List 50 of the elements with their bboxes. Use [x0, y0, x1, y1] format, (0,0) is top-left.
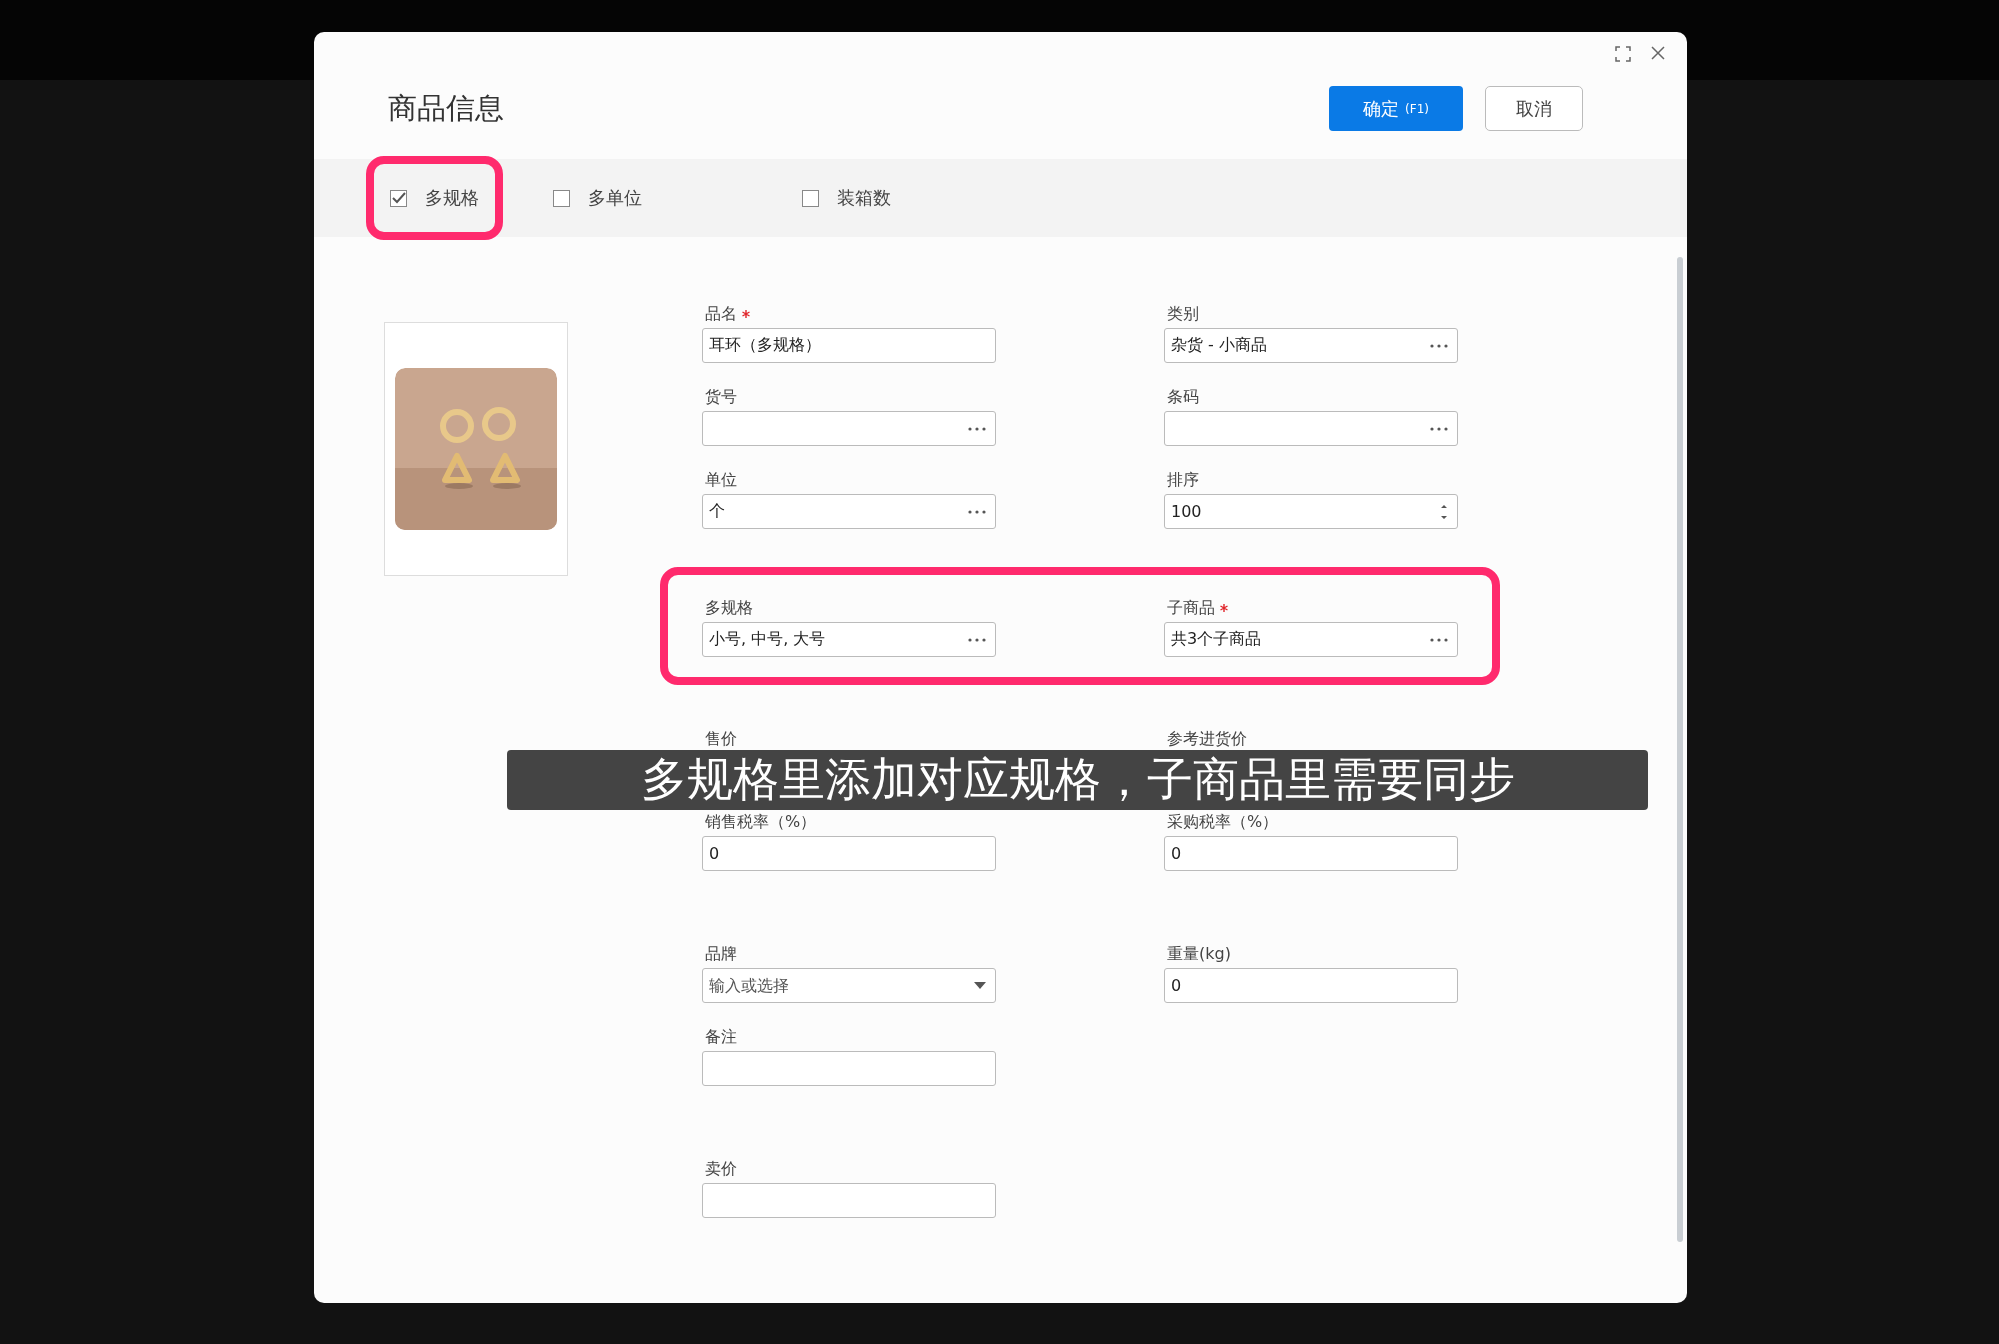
select-field[interactable]: 输入或选择 [702, 968, 996, 1003]
field-label: 品名 [705, 303, 737, 325]
option-checkbox[interactable]: 多规格 [390, 186, 479, 210]
picker-field[interactable]: 杂货 - 小商品 [1164, 328, 1458, 363]
field-label: 卖价 [705, 1158, 737, 1180]
picker-field[interactable] [1164, 411, 1458, 446]
caret-icon[interactable] [974, 982, 986, 989]
field-label: 参考进货价 [1167, 728, 1247, 750]
input-field[interactable]: 0 [702, 836, 996, 871]
picker-field[interactable] [702, 411, 996, 446]
input-field[interactable] [702, 1183, 996, 1218]
more-icon[interactable] [1430, 426, 1448, 431]
check-icon [391, 192, 406, 204]
picker-field[interactable]: 个 [702, 494, 996, 529]
input-field[interactable] [702, 1051, 996, 1086]
number-field[interactable]: 100 [1164, 494, 1458, 529]
input-field[interactable]: 0 [1164, 836, 1458, 871]
fullscreen-icon[interactable] [1615, 46, 1631, 62]
field-label: 销售税率（%） [705, 811, 817, 833]
spinner-icon[interactable] [1440, 502, 1448, 521]
option-checkbox[interactable]: 装箱数 [802, 186, 891, 210]
scrollbar[interactable] [1677, 257, 1683, 1242]
confirm-button[interactable]: 确定 (F1) [1329, 86, 1463, 131]
field-label: 多规格 [705, 597, 753, 619]
field-label: 货号 [705, 386, 737, 408]
field-label: 采购税率（%） [1167, 811, 1279, 833]
dialog-title: 商品信息 [388, 89, 505, 127]
subtitle-caption: 多规格里添加对应规格，子商品里需要同步 [507, 750, 1648, 810]
cancel-button[interactable]: 取消 [1485, 86, 1583, 131]
field-label: 单位 [705, 469, 737, 491]
field-label: 类别 [1167, 303, 1199, 325]
option-checkbox[interactable]: 多单位 [553, 186, 642, 210]
picker-field[interactable]: 小号, 中号, 大号 [702, 622, 996, 657]
image-frame[interactable] [384, 322, 568, 576]
more-icon[interactable] [1430, 343, 1448, 348]
more-icon[interactable] [968, 426, 986, 431]
field-label: 重量(kg) [1167, 943, 1231, 965]
field-label: 售价 [705, 728, 737, 750]
field-label: 条码 [1167, 386, 1199, 408]
field-label: 品牌 [705, 943, 737, 965]
more-icon[interactable] [1430, 637, 1448, 642]
field-label: 排序 [1167, 469, 1199, 491]
input-field[interactable]: 耳环（多规格） [702, 328, 996, 363]
field-label: 备注 [705, 1026, 737, 1048]
more-icon[interactable] [968, 637, 986, 642]
close-icon[interactable] [1651, 46, 1665, 60]
picker-field[interactable]: 共3个子商品 [1164, 622, 1458, 657]
input-field[interactable]: 0 [1164, 968, 1458, 1003]
more-icon[interactable] [968, 509, 986, 514]
field-label: 子商品 [1167, 597, 1215, 619]
